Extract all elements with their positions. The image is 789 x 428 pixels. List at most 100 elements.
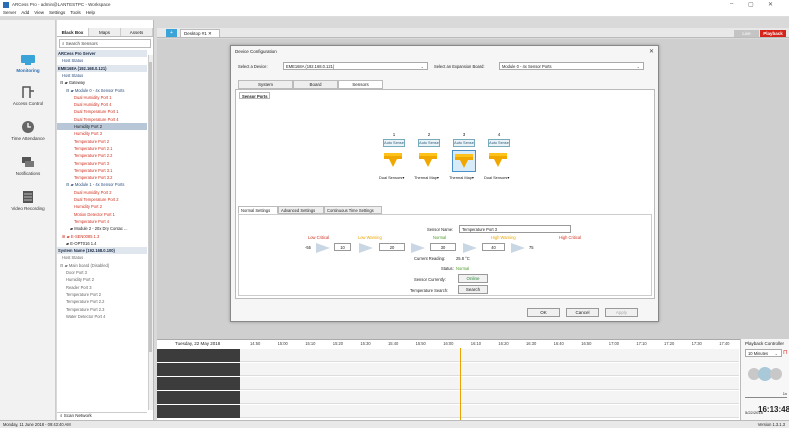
bookmark-icon[interactable]: ⊓ xyxy=(783,349,788,356)
low-critical-field[interactable]: 10 xyxy=(334,243,351,251)
tree-item[interactable]: Dual Humidity Port 1 xyxy=(57,94,147,101)
tree-item[interactable]: Dual Humidity Port 4 xyxy=(57,101,147,108)
close-icon[interactable]: ✕ xyxy=(208,31,212,36)
tab-board[interactable]: Board xyxy=(293,80,338,89)
tab-assets[interactable]: Assets xyxy=(121,28,153,36)
auto-sense-button[interactable]: Auto Sense xyxy=(383,139,405,147)
speed-slider[interactable] xyxy=(745,397,787,398)
settings-tab[interactable]: Continuous Time Settings xyxy=(324,206,382,214)
tree-item[interactable]: EME168A (192.168.0.121) xyxy=(57,64,147,72)
sensor-port-icon[interactable] xyxy=(452,150,476,172)
tree-item[interactable]: Host Status xyxy=(57,254,147,261)
tree-item[interactable]: Temperature Port 2 xyxy=(57,138,147,145)
tab-desktop-1[interactable]: Desktop #1 ✕ xyxy=(180,29,220,38)
rail-video-recording[interactable]: Video Recording xyxy=(0,190,56,211)
minimize-icon[interactable]: – xyxy=(730,1,733,7)
low-warning-field[interactable]: 20 xyxy=(379,243,405,251)
close-icon[interactable]: ✕ xyxy=(768,1,773,8)
rail-access-control[interactable]: Access Control xyxy=(0,85,56,106)
sensor-type-dropdown[interactable]: Thermal Map▾ xyxy=(414,175,439,180)
live-button[interactable]: Live xyxy=(734,30,759,37)
auto-sense-button[interactable]: Auto Sense xyxy=(418,139,440,147)
tree-item[interactable]: Door Port 3 xyxy=(57,269,147,276)
settings-tab[interactable]: Normal Settings xyxy=(238,206,278,214)
menu-add[interactable]: Add xyxy=(21,10,29,15)
tab-black-box[interactable]: Black Box xyxy=(57,28,89,36)
playhead[interactable] xyxy=(460,348,461,420)
tree-item[interactable]: Dual Temperature Port 4 xyxy=(57,116,147,123)
sensor-type-dropdown[interactable]: Dual Sensors▾ xyxy=(484,175,509,180)
tree-item[interactable]: Dual Humidity Port 2 xyxy=(57,189,147,196)
menu-view[interactable]: View xyxy=(34,10,44,15)
playback-button[interactable]: Playback xyxy=(760,30,786,37)
tree-item[interactable]: ⊟ ▰ Gateway xyxy=(57,79,147,86)
ok-button[interactable]: OK xyxy=(527,308,560,317)
settings-tab[interactable]: Advanced Settings xyxy=(278,206,324,214)
tree-item[interactable]: Humidity Port 3 xyxy=(57,130,147,137)
close-icon[interactable]: ✕ xyxy=(649,48,654,55)
interval-select[interactable]: 10 Minutes ⌄ xyxy=(745,349,782,357)
apply-button[interactable]: Apply xyxy=(605,308,638,317)
tree-item[interactable]: Temperature Port 2.2 xyxy=(57,298,147,305)
track-lane[interactable] xyxy=(240,363,739,376)
sensor-port-icon[interactable] xyxy=(487,150,511,172)
tree-item[interactable]: Temperature Port 4 xyxy=(57,218,147,225)
track-lane[interactable] xyxy=(240,391,739,404)
sensor-type-dropdown[interactable]: Dual Sensors▾ xyxy=(379,175,404,180)
auto-sense-button[interactable]: Auto Sense xyxy=(453,139,475,147)
tree-item[interactable]: Host Status xyxy=(57,72,147,79)
scan-network-button[interactable]: ⌕ Scan Network xyxy=(57,412,147,420)
high-warning-field[interactable]: 30 xyxy=(430,243,456,251)
tree-item[interactable]: Temperature Port 2 xyxy=(57,291,147,298)
tree-item[interactable]: Humidity Port 2 xyxy=(57,276,147,283)
menu-help[interactable]: Help xyxy=(86,10,95,15)
high-critical-field[interactable]: 40 xyxy=(482,243,505,251)
menu-settings[interactable]: Settings xyxy=(49,10,65,15)
tree-item[interactable]: ⊟ ▰ Main board (Disabled) xyxy=(57,262,147,269)
play-icon[interactable] xyxy=(758,367,772,381)
tree-item[interactable]: Water Detector Port 4 xyxy=(57,313,147,320)
tree-item[interactable]: ⊞ ▰ E-SEN0085 1.3 xyxy=(57,233,147,240)
menu-server[interactable]: Server xyxy=(3,10,16,15)
tree-item[interactable]: System Name (192.168.0.100) xyxy=(57,247,147,255)
search-button[interactable]: Search xyxy=(458,285,488,294)
tree-item[interactable]: Host Status xyxy=(57,57,147,64)
maximize-icon[interactable]: ▢ xyxy=(748,1,754,8)
expansion-board-select[interactable]: Module 0 - 4x Sensor Ports ⌄ xyxy=(499,62,644,70)
search-sensors-input[interactable]: ⌕ Search Sensors xyxy=(59,39,151,48)
tree-item[interactable]: ARCess Pro Server xyxy=(57,50,147,58)
tree-item[interactable]: ▰ E-OPT016 1.4 xyxy=(57,240,147,247)
rail-notifications[interactable]: Notifications xyxy=(0,155,56,176)
tree-item[interactable]: ⊟ ▰ Module 1 - 4x Sensor Ports xyxy=(57,181,147,188)
sensor-port-icon[interactable] xyxy=(417,150,441,172)
sensor-type-dropdown[interactable]: Thermal Map▾ xyxy=(449,175,474,180)
tab-system[interactable]: System xyxy=(238,80,293,89)
tab-sensors[interactable]: Sensors xyxy=(338,80,383,89)
rail-monitoring[interactable]: Monitoring xyxy=(0,54,56,73)
tree-item[interactable]: Temperature Port 2.2 xyxy=(57,152,147,159)
rail-time-attendance[interactable]: Time Attendance xyxy=(0,120,56,141)
cancel-button[interactable]: Cancel xyxy=(566,308,599,317)
tab-sensor-ports[interactable]: Sensor Ports xyxy=(239,92,271,99)
tree-item[interactable]: Humidity Port 2 xyxy=(57,123,147,131)
track-lane[interactable] xyxy=(240,405,739,418)
tree-item[interactable]: Humidity Port 2 xyxy=(57,203,147,210)
menu-tools[interactable]: Tools xyxy=(70,10,81,15)
tab-maps[interactable]: Maps xyxy=(89,28,121,36)
forward-icon[interactable] xyxy=(770,368,782,380)
add-desktop-button[interactable]: + xyxy=(166,29,177,37)
sensor-name-field[interactable]: Temperature Port 3 xyxy=(459,225,571,233)
tree-item[interactable]: Temperature Port 3.2 xyxy=(57,174,147,181)
tree-item[interactable]: ▰ Module 2 - 20x Dry Contac ... xyxy=(57,225,147,232)
tree-item[interactable]: Reader Port 3 xyxy=(57,284,147,291)
online-button[interactable]: Online xyxy=(458,274,488,283)
tree-item[interactable]: Dual Temperature Port 2 xyxy=(57,196,147,203)
tree-item[interactable]: Temperature Port 3.1 xyxy=(57,167,147,174)
tree-scrollbar-thumb[interactable] xyxy=(149,62,152,352)
track-lane[interactable] xyxy=(240,349,739,362)
device-select[interactable]: EME168A (192.168.0.121) ⌄ xyxy=(283,62,428,70)
tree-item[interactable]: Temperature Port 2.1 xyxy=(57,145,147,152)
auto-sense-button[interactable]: Auto Sense xyxy=(488,139,510,147)
sensor-port-icon[interactable] xyxy=(382,150,406,172)
tree-item[interactable]: ⊟ ▰ Module 0 - 4x Sensor Ports xyxy=(57,87,147,94)
